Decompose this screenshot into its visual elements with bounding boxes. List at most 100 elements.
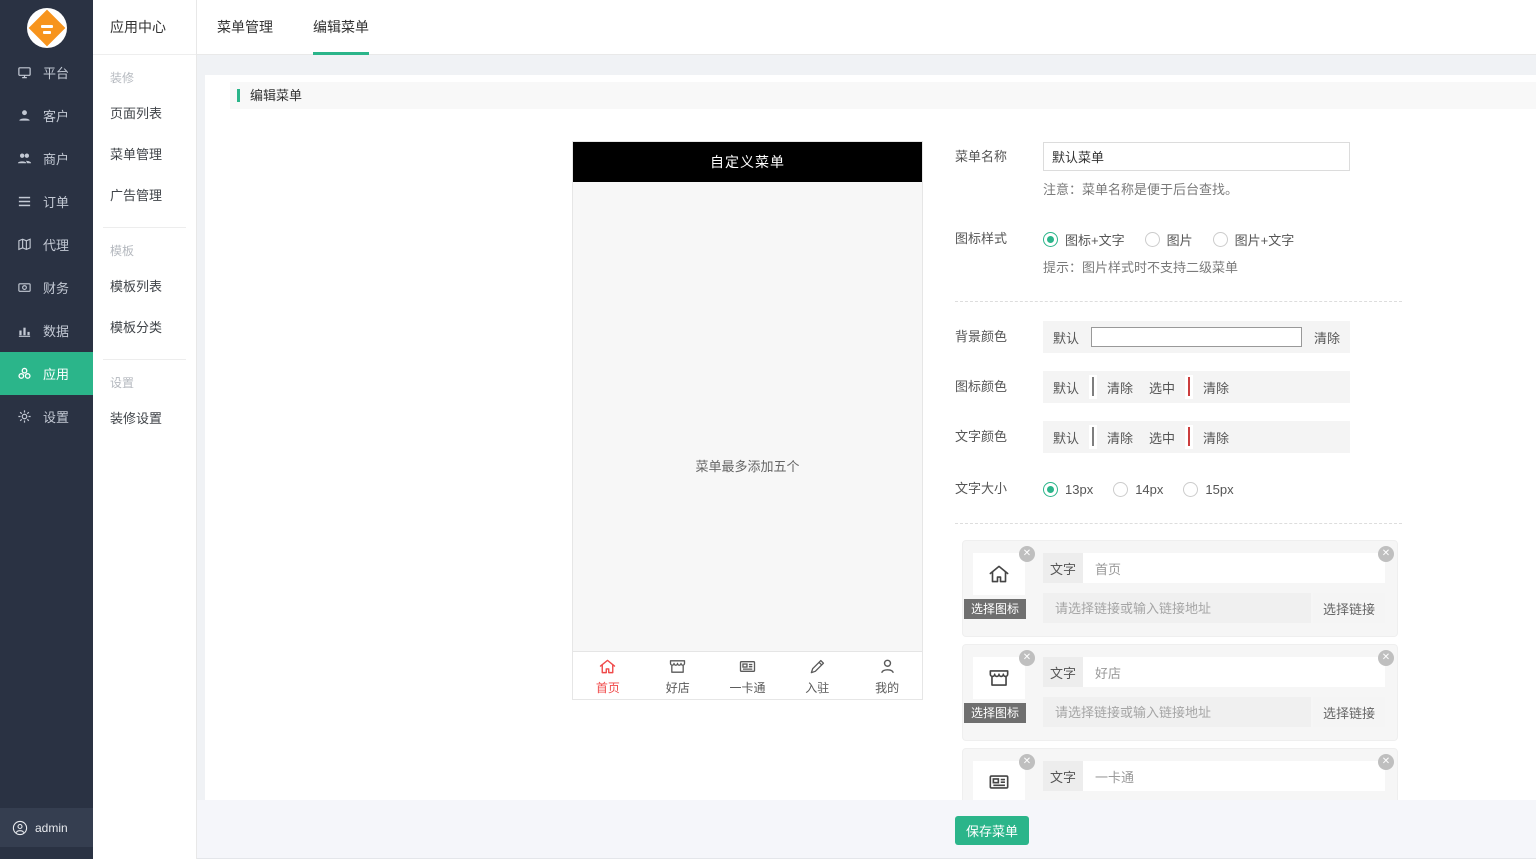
text-default-button[interactable]: 默认 [1053, 428, 1079, 447]
menu-item-text-input[interactable] [1083, 553, 1385, 583]
submenu-item-template-category[interactable]: 模板分类 [110, 306, 196, 347]
avatar-icon [12, 820, 28, 836]
sidebar-item-order[interactable]: 订单 [0, 180, 93, 223]
accent-bar [237, 89, 240, 102]
submenu-item-decoration-settings[interactable]: 装修设置 [110, 397, 196, 438]
radio-image-text[interactable] [1213, 232, 1228, 247]
sidebar-item-agent[interactable]: 代理 [0, 223, 93, 266]
icon-selected-swatch[interactable] [1185, 375, 1193, 399]
phone-nav-home[interactable]: 首页 [573, 652, 643, 699]
phone-nav-mine[interactable]: 我的 [852, 652, 922, 699]
radio-14px[interactable] [1113, 482, 1128, 497]
text-selected-clear-button[interactable]: 清除 [1203, 428, 1229, 447]
monitor-icon [17, 65, 32, 80]
bg-default-button[interactable]: 默认 [1053, 328, 1079, 347]
radio-icon-text[interactable] [1043, 232, 1058, 247]
text-clear-button[interactable]: 清除 [1107, 428, 1133, 447]
tab-menu-manage[interactable]: 菜单管理 [217, 0, 273, 55]
submenu-item-template-list[interactable]: 模板列表 [110, 265, 196, 306]
text-default-swatch[interactable] [1089, 425, 1097, 449]
phone-nav-join[interactable]: 入驻 [782, 652, 852, 699]
radio-15px[interactable] [1183, 482, 1198, 497]
phone-nav-shops[interactable]: 好店 [643, 652, 713, 699]
radio-label: 图片+文字 [1235, 230, 1295, 249]
icon-selected-clear-button[interactable]: 清除 [1203, 378, 1229, 397]
sidebar-item-label: 平台 [43, 63, 69, 82]
logo[interactable] [0, 0, 93, 55]
sidebar-item-data[interactable]: 数据 [0, 309, 93, 352]
icon-default-swatch[interactable] [1089, 375, 1097, 399]
sidebar-item-label: 订单 [43, 192, 69, 211]
submenu-item-page-list[interactable]: 页面列表 [110, 92, 196, 133]
sidebar-item-label: 数据 [43, 321, 69, 340]
text-selected-button[interactable]: 选中 [1149, 428, 1175, 447]
sidebar-item-merchant[interactable]: 商户 [0, 137, 93, 180]
card-icon [737, 656, 758, 677]
bg-color-row: 默认 清除 [1043, 321, 1350, 353]
save-menu-button[interactable]: 保存菜单 [955, 816, 1029, 845]
remove-icon-button[interactable]: ✕ [1019, 546, 1035, 562]
shop-icon [667, 656, 688, 677]
phone-empty-hint: 菜单最多添加五个 [573, 456, 922, 475]
remove-item-button[interactable]: ✕ [1378, 754, 1394, 770]
bg-color-swatch[interactable] [1091, 327, 1302, 347]
phone-title: 自定义菜单 [573, 142, 922, 182]
menu-item-text-input[interactable] [1083, 657, 1385, 687]
main-sidebar: 平台 客户 商户 订单 代理 财务 [0, 0, 93, 859]
sidebar-item-label: 设置 [43, 407, 69, 426]
tab-edit-menu[interactable]: 编辑菜单 [313, 0, 369, 55]
text-selected-swatch[interactable] [1185, 425, 1193, 449]
finance-icon [17, 280, 32, 295]
radio-13px[interactable] [1043, 482, 1058, 497]
section-header: 编辑菜单 [230, 82, 1536, 109]
remove-item-button[interactable]: ✕ [1378, 650, 1394, 666]
submenu-item-ad-manage[interactable]: 广告管理 [110, 174, 196, 215]
map-icon [17, 237, 32, 252]
menu-item-link-input[interactable] [1043, 593, 1311, 623]
menu-item-link-row: 选择链接 [1043, 697, 1385, 727]
sidebar-item-label: 应用 [43, 364, 69, 383]
menu-item-icon-tile[interactable] [973, 553, 1025, 595]
text-field-label: 文字 [1043, 657, 1083, 687]
sidebar-item-platform[interactable]: 平台 [0, 51, 93, 94]
section-label-settings: 设置 [110, 374, 196, 391]
card-icon [986, 769, 1012, 795]
menu-item-icon-tile[interactable] [973, 657, 1025, 699]
icon-default-button[interactable]: 默认 [1053, 378, 1079, 397]
icon-color-label: 图标颜色 [955, 371, 1037, 403]
remove-icon-button[interactable]: ✕ [1019, 754, 1035, 770]
apps-icon [17, 366, 32, 381]
app-center-sidebar: 应用中心 装修 页面列表 菜单管理 广告管理 模板 模板列表 模板分类 设置 装… [93, 0, 197, 859]
menu-item-link-input[interactable] [1043, 697, 1311, 727]
sidebar-item-label: 财务 [43, 278, 69, 297]
submenu-item-menu-manage[interactable]: 菜单管理 [110, 133, 196, 174]
radio-label: 图片 [1167, 230, 1193, 249]
menu-item-text-input[interactable] [1083, 761, 1385, 791]
choose-link-button[interactable]: 选择链接 [1313, 697, 1385, 727]
bg-clear-button[interactable]: 清除 [1314, 328, 1340, 347]
menu-name-input[interactable] [1043, 142, 1350, 171]
menu-item-card-card: ✕ 选择图标 ✕ 文字 选择链接 [962, 748, 1398, 800]
sidebar-item-settings[interactable]: 设置 [0, 395, 93, 438]
shop-icon [986, 665, 1012, 691]
choose-link-button[interactable]: 选择链接 [1313, 593, 1385, 623]
sidebar-item-customer[interactable]: 客户 [0, 94, 93, 137]
phone-nav-card[interactable]: 一卡通 [713, 652, 783, 699]
remove-item-button[interactable]: ✕ [1378, 546, 1394, 562]
menu-item-icon-tile[interactable] [973, 761, 1025, 800]
icon-selected-button[interactable]: 选中 [1149, 378, 1175, 397]
divider [955, 301, 1402, 302]
icon-clear-button[interactable]: 清除 [1107, 378, 1133, 397]
radio-image[interactable] [1145, 232, 1160, 247]
footer-bar: 保存菜单 [197, 800, 1536, 859]
choose-icon-button[interactable]: 选择图标 [964, 599, 1026, 619]
list-icon [17, 194, 32, 209]
app-root: 平台 客户 商户 订单 代理 财务 [0, 0, 1536, 859]
sidebar-item-label: 客户 [43, 106, 69, 125]
remove-icon-button[interactable]: ✕ [1019, 650, 1035, 666]
sidebar-item-application[interactable]: 应用 [0, 352, 93, 395]
sidebar-item-finance[interactable]: 财务 [0, 266, 93, 309]
choose-icon-button[interactable]: 选择图标 [964, 703, 1026, 723]
admin-user[interactable]: admin [0, 808, 93, 847]
menu-item-link-row: 选择链接 [1043, 593, 1385, 623]
